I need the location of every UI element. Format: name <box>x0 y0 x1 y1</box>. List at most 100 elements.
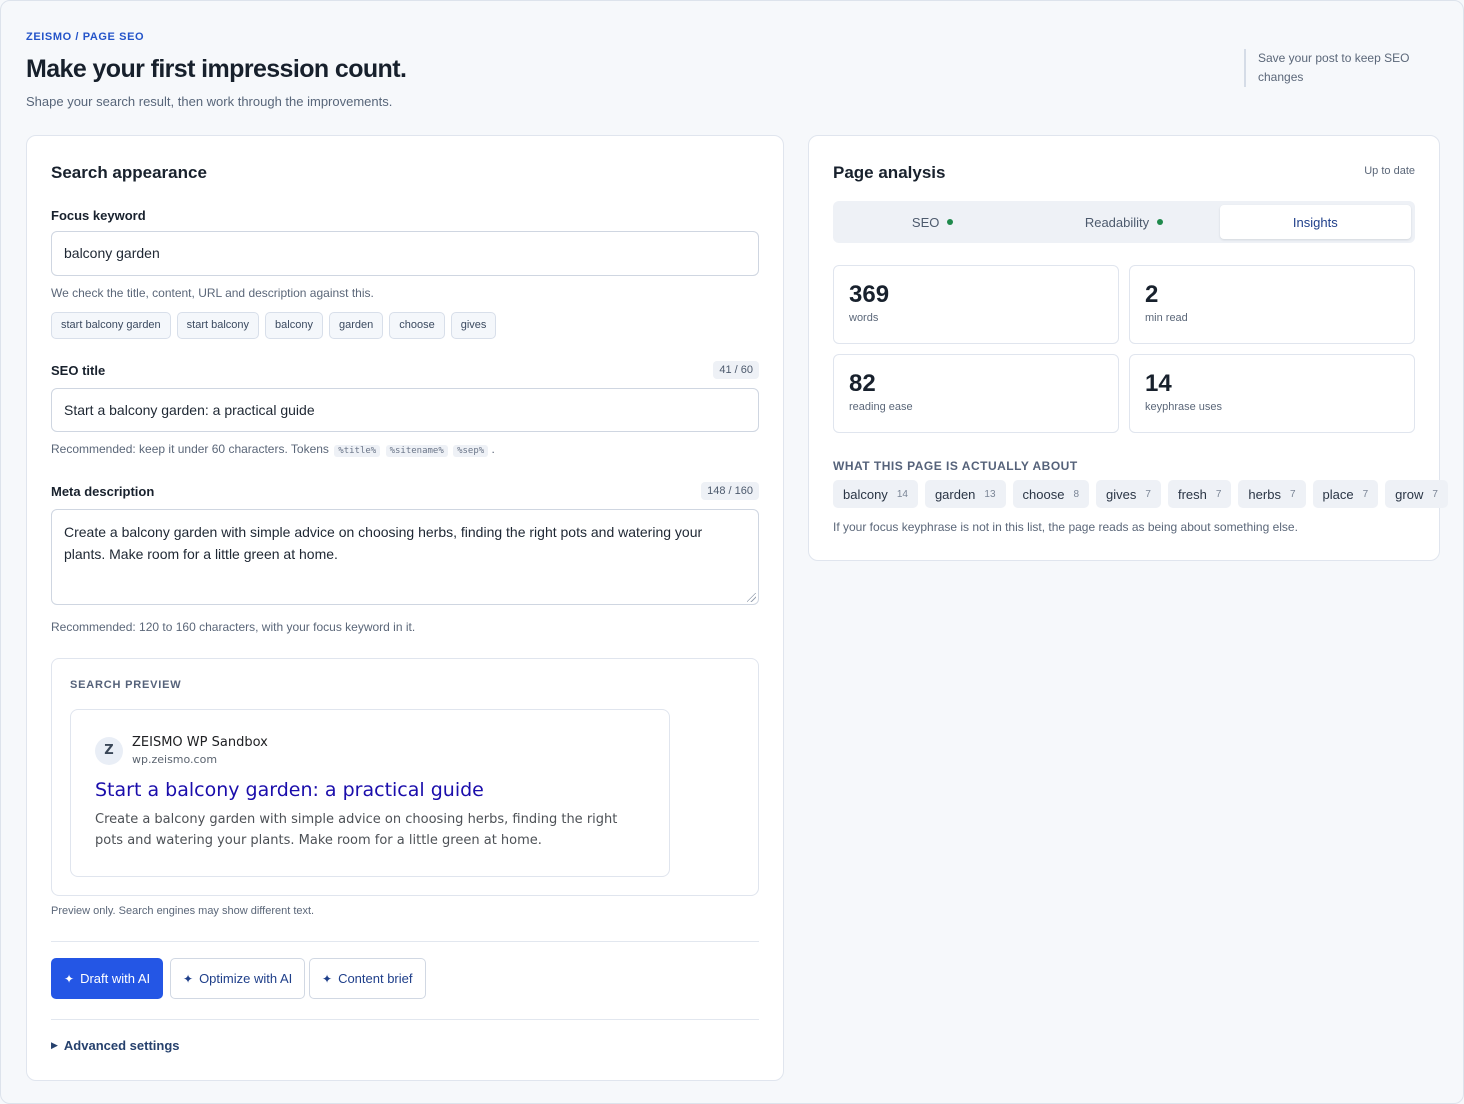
keyword-suggestion-chip[interactable]: start balcony garden <box>51 312 171 339</box>
search-preview: SEARCH PREVIEW Z ZEISMO WP Sandbox wp.ze… <box>51 658 759 896</box>
topic-chip: garden 13 <box>924 480 1006 508</box>
page-analysis-title: Page analysis <box>833 163 946 182</box>
seo-title-input[interactable]: Start a balcony garden: a practical guid… <box>51 388 759 432</box>
tab-seo[interactable]: SEO <box>837 205 1028 239</box>
app-frame: ZEISMO / PAGE SEO Make your first impres… <box>0 0 1464 1104</box>
topic-word: garden <box>934 486 976 502</box>
topic-word: place <box>1322 486 1354 502</box>
token-sitename[interactable]: %sitename% <box>385 445 448 457</box>
topic-count: 14 <box>896 488 908 500</box>
stat-card-min-read: 2 min read <box>1129 265 1415 344</box>
analysis-tabs: SEO Readability Insights <box>833 201 1415 243</box>
topic-word: herbs <box>1248 486 1281 502</box>
focus-keyword-input[interactable]: balcony garden <box>51 231 759 276</box>
sparkle-icon: ✦ <box>183 971 194 986</box>
content-brief-label: Content brief <box>338 971 413 986</box>
caret-right-icon: ▶ <box>51 1040 58 1050</box>
token-title[interactable]: %title% <box>334 445 381 457</box>
keyword-suggestion-chip[interactable]: gives <box>450 312 497 339</box>
page-header: ZEISMO / PAGE SEO Make your first impres… <box>26 31 1438 121</box>
topic-count: 8 <box>1073 488 1080 500</box>
stat-value: 2 <box>1145 281 1159 308</box>
serp-title: Start a balcony garden: a practical guid… <box>95 779 484 801</box>
stat-card-keyphrase-uses: 14 keyphrase uses <box>1129 354 1415 433</box>
topics-heading: WHAT THIS PAGE IS ACTUALLY ABOUT <box>833 459 1078 473</box>
page-title: Make your first impression count. <box>26 55 407 83</box>
meta-description-help: Recommended: 120 to 160 characters, with… <box>51 620 416 634</box>
sparkle-icon: ✦ <box>64 971 75 986</box>
topics-note: If your focus keyphrase is not in this l… <box>833 520 1298 534</box>
tab-insights-label: Insights <box>1292 214 1338 230</box>
seo-title-help: Recommended: keep it under 60 characters… <box>51 442 495 457</box>
meta-description-value: Create a balcony garden with simple advi… <box>64 524 703 562</box>
advanced-settings-label: Advanced settings <box>63 1038 180 1053</box>
optimize-with-ai-label: Optimize with AI <box>199 971 293 986</box>
keyword-suggestion-chip[interactable]: choose <box>389 312 445 339</box>
topic-chip: gives 7 <box>1096 480 1161 508</box>
favicon-icon: Z <box>95 737 123 765</box>
draft-with-ai-button[interactable]: ✦ Draft with AI <box>51 958 164 999</box>
stat-value: 369 <box>849 281 890 308</box>
stat-card-reading-ease: 82 reading ease <box>833 354 1119 433</box>
content-brief-button[interactable]: ✦ Content brief <box>309 958 426 999</box>
serp-description: Create a balcony garden with simple advi… <box>95 812 618 848</box>
sparkle-icon: ✦ <box>322 971 333 986</box>
stat-value: 82 <box>849 370 876 397</box>
topic-count: 7 <box>1145 488 1151 500</box>
topic-word: fresh <box>1177 486 1207 502</box>
token-sep[interactable]: %sep% <box>453 445 489 457</box>
seo-title-label: SEO title <box>51 363 106 378</box>
status-dot-icon <box>1157 219 1164 225</box>
search-appearance-card: Search appearance Focus keyword balcony … <box>26 135 784 1081</box>
tab-insights[interactable]: Insights <box>1219 205 1411 239</box>
meta-description-textarea[interactable]: Create a balcony garden with simple advi… <box>51 509 759 605</box>
stat-card-words: 369 words <box>833 265 1119 344</box>
topic-chip: fresh 7 <box>1167 480 1232 508</box>
topic-count: 7 <box>1362 488 1369 500</box>
topic-word: balcony <box>843 486 888 502</box>
topic-chip: herbs 7 <box>1238 480 1306 508</box>
keyword-suggestion-chip[interactable]: start balcony <box>176 312 260 339</box>
search-appearance-title: Search appearance <box>51 163 207 182</box>
meta-description-label: Meta description <box>51 484 155 499</box>
stat-label: reading ease <box>849 401 913 413</box>
stat-label: min read <box>1145 312 1188 324</box>
serp-site-name: ZEISMO WP Sandbox <box>132 735 268 750</box>
breadcrumb[interactable]: ZEISMO / PAGE SEO <box>26 31 144 43</box>
keyword-suggestions: start balcony garden start balcony balco… <box>51 312 497 339</box>
topic-chip: grow 7 <box>1385 480 1448 508</box>
optimize-with-ai-button[interactable]: ✦ Optimize with AI <box>170 958 306 999</box>
analysis-status: Up to date <box>1364 165 1415 177</box>
serp-snippet: Z ZEISMO WP Sandbox wp.zeismo.com Start … <box>70 709 670 877</box>
save-note: Save your post to keep SEO changes <box>1244 49 1424 87</box>
tab-readability[interactable]: Readability <box>1028 205 1219 239</box>
tab-seo-label: SEO <box>911 214 940 230</box>
divider <box>51 941 759 942</box>
tab-readability-label: Readability <box>1084 214 1150 230</box>
focus-keyword-help: We check the title, content, URL and des… <box>51 286 374 300</box>
topic-word: grow <box>1395 486 1424 502</box>
advanced-settings-toggle[interactable]: ▶ Advanced settings <box>51 1038 180 1053</box>
stat-label: words <box>849 312 879 324</box>
topic-count: 13 <box>984 488 996 500</box>
topic-word: choose <box>1022 486 1065 502</box>
draft-with-ai-label: Draft with AI <box>80 971 151 986</box>
search-preview-heading: SEARCH PREVIEW <box>70 679 182 691</box>
stat-label: keyphrase uses <box>1145 401 1223 413</box>
resize-handle[interactable] <box>747 593 756 602</box>
stat-value: 14 <box>1145 370 1172 397</box>
preview-note: Preview only. Search engines may show di… <box>51 905 315 917</box>
status-dot-icon <box>947 219 954 225</box>
seo-title-counter: 41 / 60 <box>713 361 759 379</box>
topic-count: 7 <box>1289 488 1296 500</box>
keyword-suggestion-chip[interactable]: balcony <box>265 312 323 339</box>
keyword-suggestion-chip[interactable]: garden <box>328 312 384 339</box>
seo-title-help-text: Recommended: keep it under 60 characters… <box>51 442 329 456</box>
topic-chip: choose 8 <box>1012 480 1090 508</box>
focus-keyword-label: Focus keyword <box>51 208 146 223</box>
page-subtitle: Shape your search result, then work thro… <box>26 94 393 109</box>
topic-count: 7 <box>1215 488 1222 500</box>
divider <box>51 1019 759 1020</box>
topic-count: 7 <box>1432 488 1438 500</box>
topic-word: gives <box>1106 486 1137 502</box>
